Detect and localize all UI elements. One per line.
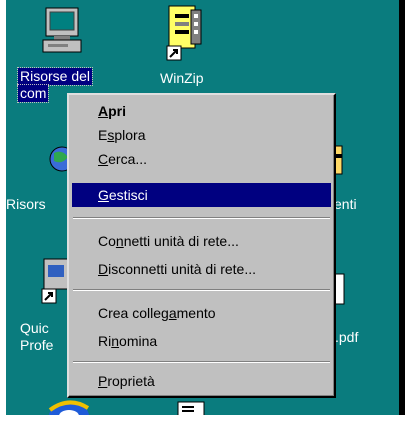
my-computer-label-line2: com [20, 85, 47, 101]
menu-item-esplora[interactable]: Esplora [72, 123, 331, 147]
quick-label-2[interactable]: Profe [20, 337, 53, 354]
menu-text: pri [108, 103, 127, 119]
menu-item-gestisci[interactable]: Gestisci [72, 183, 331, 207]
my-computer-label-2[interactable]: com [16, 84, 50, 103]
window-frame-right [399, 0, 405, 423]
menu-text: plora [114, 127, 146, 143]
menu-text: E [98, 127, 108, 143]
menu-item-crea-collegamento[interactable]: Crea collegamento [72, 301, 331, 325]
menu-item-disconnetti[interactable]: Disconnetti unità di rete... [72, 257, 331, 281]
menu-text: Ri [98, 333, 112, 349]
winzip-icon[interactable] [161, 4, 205, 64]
menu-text: estisci [108, 187, 148, 203]
my-computer-icon[interactable] [40, 6, 84, 64]
pdf-label[interactable]: .pdf [335, 329, 358, 346]
menu-text: roprietà [107, 373, 155, 389]
menu-accelerator: n [111, 333, 120, 349]
menu-text: isconnetti unità di rete... [108, 261, 256, 277]
menu-accelerator: a [168, 305, 177, 321]
network-icon[interactable] [44, 143, 75, 177]
menu-separator [73, 217, 330, 219]
my-computer-label[interactable]: Risorse del [16, 67, 94, 86]
network-label[interactable]: Risors [6, 196, 46, 213]
menu-separator [73, 289, 330, 291]
my-computer-label-line1: Risorse del [20, 68, 91, 84]
menu-item-apri[interactable]: Apri [72, 99, 331, 123]
menu-item-connetti[interactable]: Connetti unità di rete... [72, 229, 331, 253]
menu-accelerator: A [98, 103, 109, 119]
menu-accelerator: G [98, 187, 109, 203]
menu-text: netti unità di rete... [123, 233, 239, 249]
quick-label-1[interactable]: Quic [20, 320, 49, 337]
menu-text: Crea colleg [98, 305, 169, 321]
menu-accelerator: n [115, 233, 124, 249]
menu-item-proprieta[interactable]: Proprietà [72, 369, 331, 393]
winzip-label[interactable]: WinZip [160, 70, 204, 87]
menu-text: erca... [108, 151, 148, 167]
menu-accelerator: D [98, 261, 109, 277]
documents-label[interactable]: enti [334, 196, 357, 213]
menu-text: omina [119, 333, 158, 349]
menu-text: Co [98, 233, 116, 249]
menu-separator [73, 361, 330, 363]
document-icon[interactable] [40, 257, 69, 307]
menu-accelerator: P [98, 373, 108, 389]
menu-text: mento [176, 305, 216, 321]
menu-item-cerca[interactable]: Cerca... [72, 147, 331, 171]
context-menu: Apri Esplora Cerca... Gestisci Connetti … [67, 93, 336, 398]
window-frame-bottom [6, 415, 406, 423]
desktop: Risorse del com WinZip Risors enti Quic … [6, 0, 405, 423]
menu-accelerator: C [98, 151, 109, 167]
menu-item-rinomina[interactable]: Rinomina [72, 329, 331, 353]
